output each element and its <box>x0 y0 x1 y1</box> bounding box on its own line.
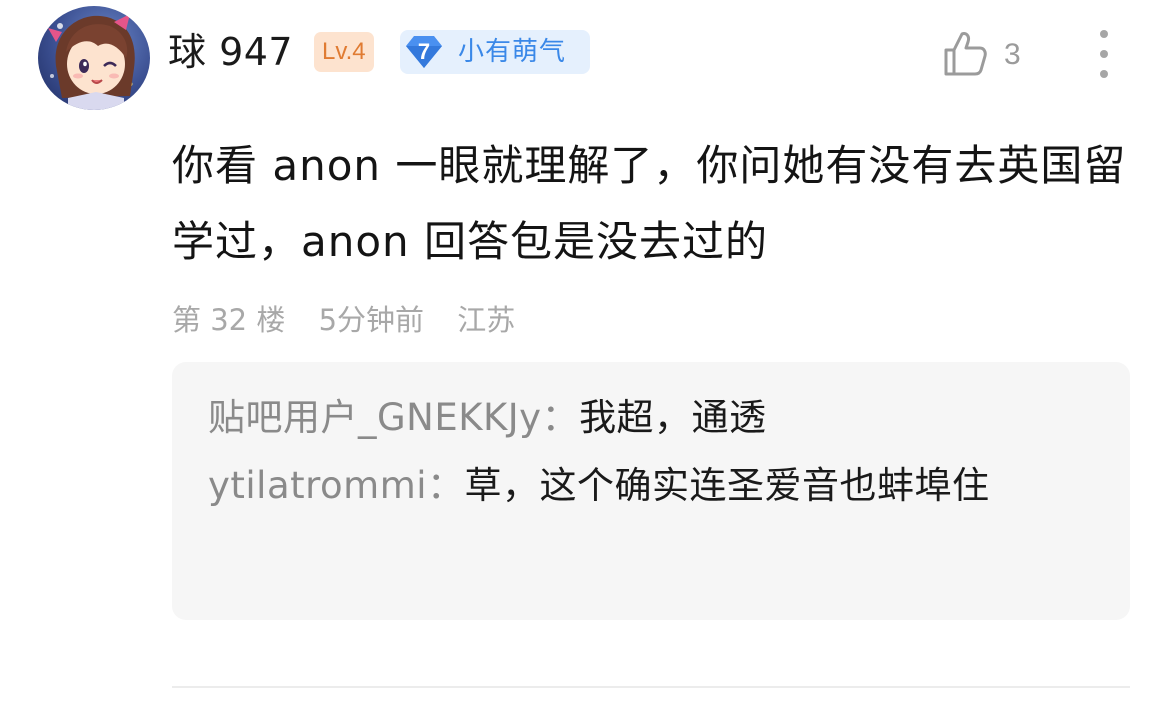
reply-text: 草，这个确实连圣爱音也蚌埠住 <box>464 464 990 507</box>
title-badge: 7 小有萌气 <box>400 30 590 74</box>
like-count: 3 <box>1004 38 1021 71</box>
thumbs-up-outline-icon <box>944 32 987 76</box>
reply-separator: ： <box>541 396 580 439</box>
dot <box>1100 50 1108 58</box>
post-location: 江苏 <box>457 303 516 337</box>
floor-number: 第 32 楼 <box>172 303 286 337</box>
avatar[interactable] <box>38 6 150 110</box>
dot <box>1100 70 1108 78</box>
like-button[interactable]: 3 <box>936 28 1046 80</box>
post-meta: 第 32 楼 5分钟前 江苏 <box>172 292 539 348</box>
more-options-button[interactable] <box>1086 26 1122 82</box>
post-time: 5分钟前 <box>318 303 425 337</box>
title-badge-number: 7 <box>417 39 431 64</box>
post-content: 你看 anon 一眼就理解了，你问她有没有去英国留学过，anon 回答包是没去过… <box>172 141 1127 266</box>
reply-item[interactable]: 贴吧用户_GNEKKJy：我超，通透 <box>208 386 1094 450</box>
title-badge-text: 小有萌气 <box>458 37 567 67</box>
divider <box>172 686 1130 688</box>
dot <box>1100 30 1108 38</box>
replies-box[interactable]: 贴吧用户_GNEKKJy：我超，通透 ytilatrommi：草，这个确实连圣爱… <box>172 362 1130 620</box>
reply-author[interactable]: ytilatrommi <box>208 464 427 507</box>
reply-separator: ： <box>427 464 465 507</box>
reply-item[interactable]: ytilatrommi：草，这个确实连圣爱音也蚌埠住 <box>208 454 1094 518</box>
level-badge: Lv.4 <box>314 32 374 72</box>
avatar-image <box>48 14 135 110</box>
reply-text: 我超，通透 <box>579 396 767 439</box>
comment-post: 球 947 Lv.4 7 小有萌气 3 你看 anon 一眼就理解了，你问她有没… <box>0 0 1170 706</box>
username[interactable]: 球 947 <box>168 22 293 82</box>
reply-author[interactable]: 贴吧用户_GNEKKJy <box>208 396 542 439</box>
